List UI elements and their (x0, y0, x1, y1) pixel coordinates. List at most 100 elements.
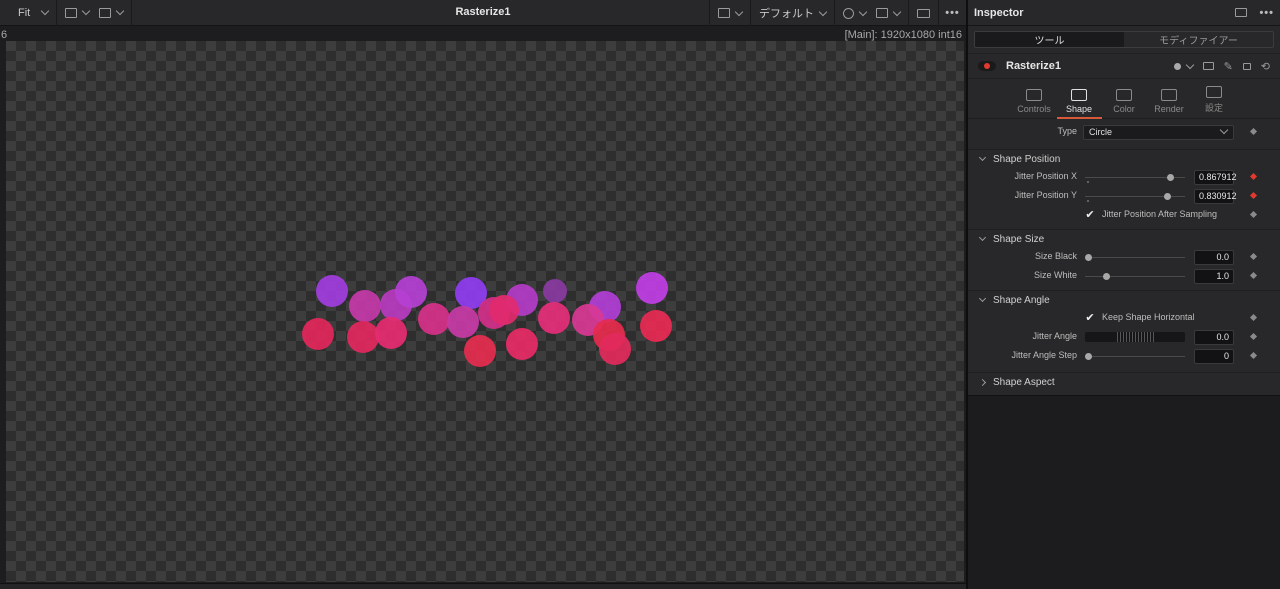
tab-render[interactable]: Render (1147, 83, 1192, 118)
chevron-down-icon (734, 7, 744, 16)
section-shape-aspect[interactable]: Shape Aspect (968, 372, 1280, 391)
after-sampling-label: Jitter Position After Sampling (1102, 209, 1218, 219)
tab-settings[interactable]: 設定 (1192, 83, 1237, 118)
section-shape-position[interactable]: Shape Position (968, 149, 1280, 168)
panel-mode-icon[interactable] (1235, 8, 1248, 17)
size-black-field[interactable]: 0.0 (1194, 250, 1234, 265)
fullscreen-button[interactable] (908, 0, 938, 26)
jitter-y-slider[interactable] (1085, 193, 1185, 202)
shape-icon (1071, 89, 1087, 101)
color-dot-icon[interactable] (1173, 62, 1181, 70)
inspector-title: Inspector (974, 6, 1024, 19)
jitter-x-label: Jitter Position X (1014, 171, 1077, 181)
chevron-down-icon (40, 6, 50, 16)
keyframe-icon[interactable] (1249, 172, 1258, 181)
versions-icon[interactable] (1202, 62, 1214, 70)
viewer-more-button[interactable]: ••• (938, 0, 966, 26)
type-row: Type Circle (968, 123, 1280, 143)
zoom-label: Fit (18, 6, 31, 19)
jitter-angle-field[interactable]: 0.0 (1194, 330, 1234, 345)
tab-shape[interactable]: Shape (1056, 83, 1102, 119)
after-sampling-checkbox[interactable]: ✔ (1084, 209, 1096, 221)
lut-dropdown[interactable]: デフォルト (750, 0, 834, 26)
jitter-angle-row: Jitter Angle 0.0 (968, 328, 1280, 347)
type-value: Circle (1089, 127, 1113, 137)
rendered-circle (316, 275, 348, 307)
section-shape-angle[interactable]: Shape Angle (968, 290, 1280, 309)
jitter-step-slider[interactable] (1085, 353, 1185, 360)
keep-horizontal-checkbox[interactable]: ✔ (1084, 312, 1096, 324)
jitter-y-field[interactable]: 0.830912 (1194, 189, 1237, 204)
size-white-row: Size White 1.0 (968, 267, 1280, 286)
keyframe-icon[interactable] (1249, 271, 1258, 280)
chevron-down-icon (892, 7, 902, 16)
inspector-header: Inspector ••• (968, 0, 1280, 26)
zoom-dropdown[interactable]: Fit (0, 0, 58, 26)
more-icon: ••• (945, 7, 960, 19)
keyframe-icon[interactable] (1249, 127, 1258, 136)
tab-label: Controls (1017, 104, 1051, 114)
keyframe-icon[interactable] (1249, 191, 1258, 200)
viewer-toolbar: Fit Rasterize1 デフォルト ••• (0, 0, 966, 26)
type-select[interactable]: Circle (1083, 125, 1234, 140)
overlay-icon (843, 7, 854, 19)
jitter-y-label: Jitter Position Y (1014, 190, 1077, 200)
chevron-down-icon[interactable] (1185, 60, 1194, 69)
section-shape-size[interactable]: Shape Size (968, 229, 1280, 248)
view-options[interactable] (57, 0, 133, 26)
jitter-angle-thumbwheel[interactable] (1085, 332, 1185, 342)
slider-knob[interactable] (1085, 254, 1092, 261)
segment-tools[interactable]: ツール (975, 32, 1124, 47)
segment-modifiers[interactable]: モディファイアー (1124, 32, 1273, 47)
frame-number: 6 (1, 29, 8, 41)
display-options[interactable] (709, 0, 750, 26)
jitter-step-field[interactable]: 0 (1194, 349, 1234, 364)
color-icon (1116, 89, 1132, 101)
viewer-toolbar-right: デフォルト ••• (709, 0, 966, 26)
slider-knob[interactable] (1103, 273, 1110, 280)
pin-icon[interactable]: ✎ (1224, 60, 1233, 73)
node-header: Rasterize1 ✎ ⟲ (968, 53, 1280, 79)
inspector-empty-area (968, 395, 1280, 589)
jitter-x-field[interactable]: 0.867912 (1194, 170, 1237, 185)
tab-label: Shape (1065, 104, 1093, 114)
rendered-circle (640, 310, 672, 342)
overlay-options[interactable] (834, 0, 908, 26)
size-black-slider[interactable] (1085, 254, 1185, 261)
fullscreen-icon (917, 8, 930, 18)
rendered-circle (347, 321, 379, 353)
jitter-y-row: Jitter Position Y 0.830912 (968, 187, 1280, 206)
keyframe-icon[interactable] (1249, 332, 1258, 341)
keyframe-icon[interactable] (1249, 210, 1258, 219)
inspector-more-button[interactable]: ••• (1259, 7, 1274, 19)
viewer-panel: Fit Rasterize1 デフォルト ••• 6 [Main]: 1920x… (0, 0, 966, 589)
keyframe-icon[interactable] (1249, 313, 1258, 322)
controls-icon (1026, 89, 1042, 101)
lock-icon[interactable] (1242, 62, 1251, 70)
type-label: Type (1057, 126, 1077, 136)
slider-knob[interactable] (1164, 193, 1171, 200)
keyframe-icon[interactable] (1249, 252, 1258, 261)
tab-controls[interactable]: Controls (1012, 83, 1057, 118)
resolution-status: [Main]: 1920x1080 int16 (844, 29, 962, 41)
jitter-step-row: Jitter Angle Step 0 (968, 347, 1280, 366)
slider-knob[interactable] (1167, 174, 1174, 181)
inspector-panel: Inspector ••• ツール モディファイアー Rasterize1 ✎ … (968, 0, 1280, 589)
keyframe-icon[interactable] (1249, 351, 1258, 360)
viewer-scrollbar[interactable] (0, 583, 966, 589)
size-white-field[interactable]: 1.0 (1194, 269, 1234, 284)
viewer-canvas[interactable] (6, 41, 964, 582)
rendered-circle (464, 335, 496, 367)
node-enable-toggle[interactable] (978, 61, 996, 71)
size-white-slider[interactable] (1085, 273, 1185, 280)
reset-icon[interactable]: ⟲ (1261, 60, 1270, 73)
jitter-x-slider[interactable] (1085, 174, 1185, 183)
size-black-label: Size Black (1034, 251, 1077, 261)
node-name: Rasterize1 (1006, 60, 1062, 72)
lut-label: デフォルト (759, 8, 814, 20)
tab-color[interactable]: Color (1102, 83, 1147, 118)
chevron-down-icon (858, 7, 868, 16)
jitter-angle-label: Jitter Angle (1032, 331, 1077, 341)
rendered-circle (418, 303, 450, 335)
slider-knob[interactable] (1085, 353, 1092, 360)
